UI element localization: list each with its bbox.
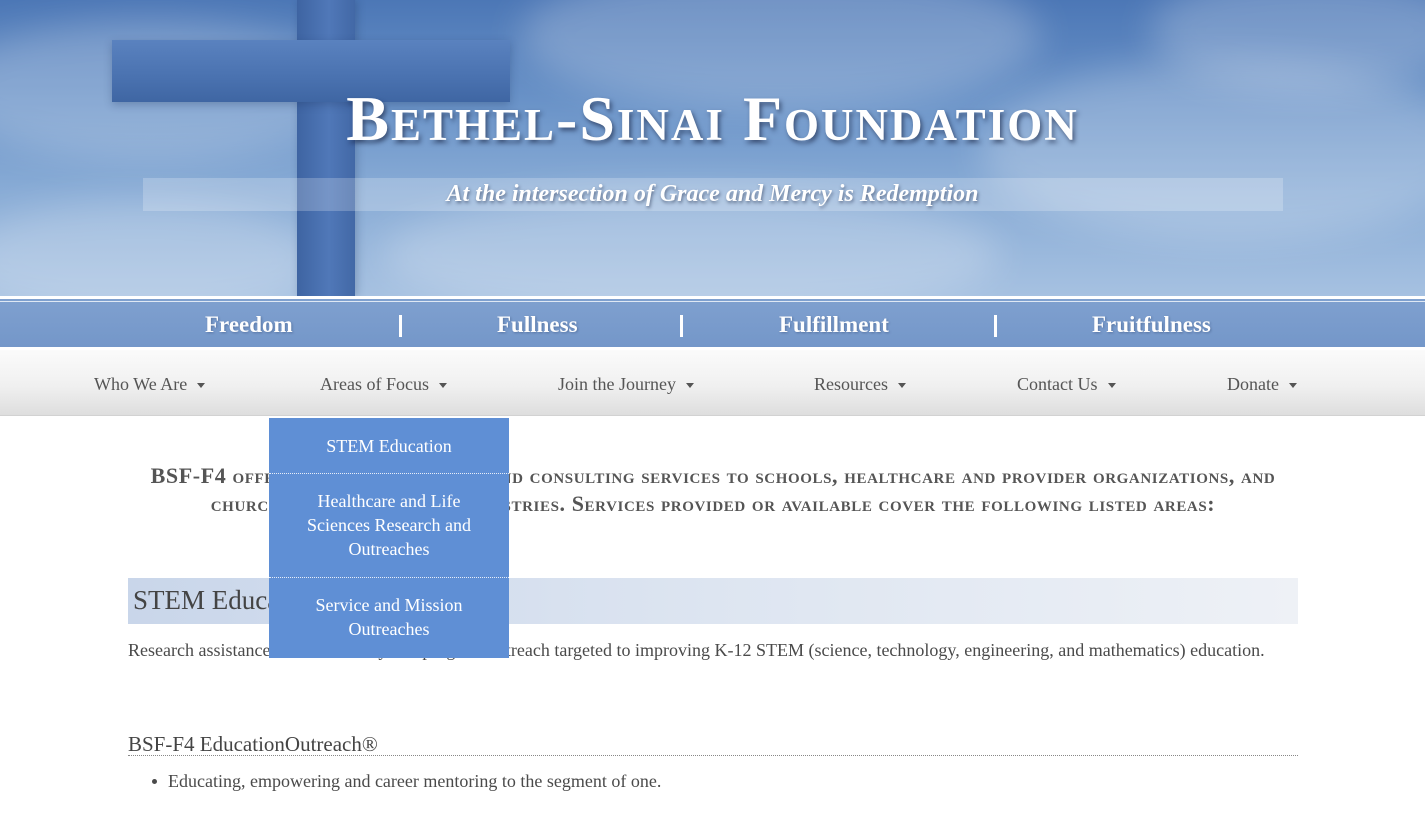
hero-banner: Bethel-Sinai Foundation At the intersect… (0, 0, 1425, 296)
main-navigation: Who We Are Areas of Focus Join the Journ… (0, 350, 1425, 416)
bullet-list: Educating, empowering and career mentori… (152, 766, 1268, 796)
nav-item-label: Donate (1227, 374, 1279, 394)
subsection-title: BSF-F4 EducationOutreach® (128, 730, 1298, 756)
dropdown-item-stem-education[interactable]: STEM Education (269, 434, 509, 458)
dropdown-separator (269, 473, 509, 474)
dropdown-item-healthcare[interactable]: Healthcare and Life Sciences Research an… (269, 489, 509, 561)
value-freedom: Freedom (205, 312, 293, 337)
nav-item-resources[interactable]: Resources (814, 350, 906, 416)
nav-item-donate[interactable]: Donate (1227, 350, 1297, 416)
caret-down-icon (197, 383, 206, 389)
nav-item-label: Join the Journey (558, 374, 676, 394)
nav-item-label: Who We Are (94, 374, 188, 394)
value-fruitfulness: Fruitfulness (1092, 312, 1211, 337)
caret-down-icon (1288, 383, 1297, 389)
value-separator (680, 315, 683, 337)
value-separator (994, 315, 997, 337)
nav-item-label: Contact Us (1017, 374, 1098, 394)
caret-down-icon (438, 383, 447, 389)
nav-item-who-we-are[interactable]: Who We Are (94, 350, 206, 416)
nav-item-label: Areas of Focus (320, 374, 429, 394)
value-fullness: Fullness (497, 312, 578, 337)
site-tagline: At the intersection of Grace and Mercy i… (446, 181, 979, 207)
nav-item-label: Resources (814, 374, 888, 394)
caret-down-icon (897, 383, 906, 389)
value-separator (399, 315, 402, 337)
nav-item-areas-of-focus[interactable]: Areas of Focus (320, 350, 447, 416)
caret-down-icon (685, 383, 694, 389)
dropdown-item-service-mission[interactable]: Service and Mission Outreaches (269, 593, 509, 641)
dropdown-separator (269, 577, 509, 578)
values-bar: Freedom Fullness Fulfillment Fruitfulnes… (0, 296, 1425, 350)
site-title[interactable]: Bethel-Sinai Foundation (0, 82, 1425, 156)
caret-down-icon (1107, 383, 1116, 389)
nav-item-contact-us[interactable]: Contact Us (1017, 350, 1116, 416)
cloud-decoration (0, 200, 320, 296)
areas-of-focus-dropdown: STEM Education Healthcare and Life Scien… (269, 418, 509, 658)
value-fulfillment: Fulfillment (779, 312, 889, 337)
nav-item-join-the-journey[interactable]: Join the Journey (558, 350, 694, 416)
list-item: Educating, empowering and career mentori… (152, 766, 1268, 796)
